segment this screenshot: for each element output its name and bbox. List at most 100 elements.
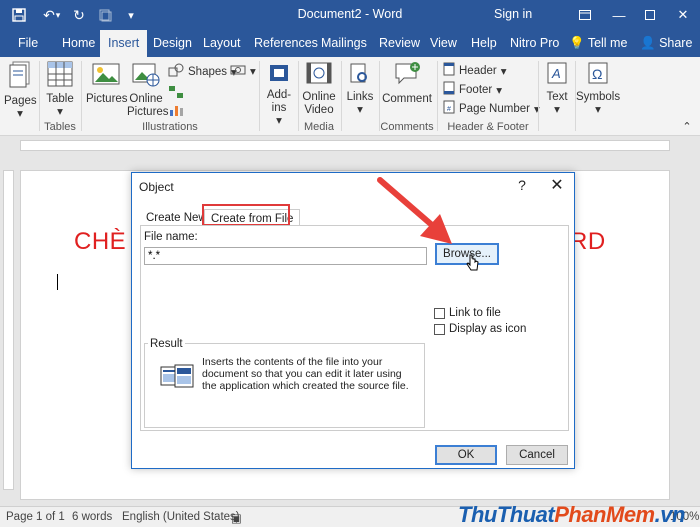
tab-view[interactable]: View: [430, 30, 457, 57]
dialog-title: Object: [139, 180, 174, 194]
links-button[interactable]: Links ▾: [344, 61, 376, 117]
vertical-scrollbar[interactable]: [683, 154, 700, 504]
maximize-icon[interactable]: [635, 0, 665, 30]
text-label: Text: [546, 91, 568, 103]
footer-icon: [443, 81, 455, 98]
tab-nitro-pro[interactable]: Nitro Pro: [510, 30, 559, 57]
share-button[interactable]: 👤 Share: [640, 30, 692, 57]
shapes-button[interactable]: Shapes ▾: [168, 63, 237, 80]
pages-icon: [4, 61, 36, 93]
page-number-icon: #: [443, 100, 455, 117]
file-name-label: File name:: [144, 231, 198, 243]
symbols-dropdown-icon: ▾: [595, 104, 601, 116]
display-as-icon-checkbox[interactable]: Display as icon: [434, 323, 526, 335]
insert-object-icon: [160, 363, 194, 392]
online-video-label: Online Video: [302, 91, 336, 116]
tab-layout[interactable]: Layout: [203, 30, 241, 57]
symbols-button[interactable]: Ω Symbols ▾: [576, 61, 620, 117]
tab-review[interactable]: Review: [379, 30, 420, 57]
help-icon[interactable]: ?: [514, 177, 530, 193]
group-separator: [259, 61, 260, 131]
screenshot-dropdown-icon: ▾: [250, 65, 256, 78]
ribbon-tab-bar: File Home Insert Design Layout Reference…: [0, 30, 700, 57]
text-box-icon: A: [541, 61, 573, 89]
footer-label: Footer: [459, 83, 493, 96]
lightbulb-icon: 💡: [569, 36, 585, 50]
page-number-label: Page Number: [459, 102, 530, 115]
svg-text:A: A: [551, 66, 561, 81]
smartart-icon: [168, 85, 184, 102]
text-button[interactable]: A Text ▾: [541, 61, 573, 117]
pages-dropdown-icon: ▾: [17, 108, 23, 120]
table-icon: [44, 61, 76, 91]
horizontal-ruler[interactable]: [0, 137, 700, 154]
minimize-icon[interactable]: —: [604, 0, 634, 30]
store-icon: [263, 61, 295, 87]
screenshot-button[interactable]: ▾: [230, 63, 256, 78]
tab-help[interactable]: Help: [471, 30, 497, 57]
links-label: Links: [346, 91, 374, 103]
header-dropdown-icon: ▾: [500, 65, 507, 78]
link-to-file-checkbox[interactable]: Link to file: [434, 307, 501, 319]
mouse-pointer-icon: [466, 254, 480, 275]
online-video-button[interactable]: Online Video: [300, 61, 338, 117]
result-description: Inserts the contents of the file into yo…: [202, 356, 409, 392]
table-label: Table: [46, 93, 74, 105]
result-label: Result: [148, 338, 185, 350]
word-count[interactable]: 6 words: [72, 511, 112, 523]
page-count[interactable]: Page 1 of 1: [6, 511, 65, 523]
tab-references[interactable]: References: [254, 30, 318, 57]
footer-button[interactable]: Footer ▾: [443, 81, 502, 98]
comment-label: Comment: [382, 93, 432, 105]
smartart-button[interactable]: [168, 85, 184, 102]
file-name-input[interactable]: [144, 247, 427, 265]
language-indicator[interactable]: English (United States): [122, 511, 240, 523]
tab-design[interactable]: Design: [153, 30, 192, 57]
ok-button[interactable]: OK: [435, 445, 497, 465]
ribbon-display-options-icon[interactable]: [570, 0, 600, 30]
collapse-ribbon-icon[interactable]: ⌃: [680, 121, 694, 134]
chart-icon: [168, 103, 184, 120]
vertical-ruler[interactable]: [3, 170, 14, 490]
tab-home[interactable]: Home: [62, 30, 95, 57]
group-label-comments: Comments: [380, 121, 434, 133]
close-window-icon[interactable]: ✕: [668, 0, 698, 30]
online-pictures-button[interactable]: Online Pictures: [127, 61, 169, 119]
group-separator: [538, 61, 539, 131]
pages-button[interactable]: Pages ▾: [4, 61, 37, 121]
table-button[interactable]: Table ▾: [44, 61, 76, 119]
link-icon: [344, 61, 376, 89]
tab-insert[interactable]: Insert: [100, 30, 148, 57]
chart-button[interactable]: [168, 103, 184, 120]
pictures-button[interactable]: Pictures: [86, 61, 128, 106]
tab-mailings[interactable]: Mailings: [321, 30, 367, 57]
text-cursor: [57, 274, 58, 290]
checkbox-box: [434, 323, 445, 335]
checkbox-box: [434, 307, 445, 319]
pages-label: Pages: [4, 95, 37, 107]
comment-icon: [381, 61, 433, 91]
page-number-button[interactable]: # Page Number ▾: [443, 100, 540, 117]
comment-button[interactable]: Comment: [381, 61, 433, 106]
group-separator: [298, 61, 299, 131]
links-dropdown-icon: ▾: [357, 104, 363, 116]
watermark-part1: ThuThuat: [458, 502, 555, 527]
text-dropdown-icon: ▾: [554, 104, 560, 116]
camera-icon: [230, 63, 246, 78]
sign-in-link[interactable]: Sign in: [494, 7, 532, 21]
header-icon: [443, 62, 455, 79]
tab-file[interactable]: File: [18, 30, 38, 57]
close-icon[interactable]: ✕: [547, 175, 567, 195]
svg-text:#: #: [447, 106, 451, 113]
table-dropdown-icon: ▾: [57, 106, 63, 118]
share-label: Share: [659, 36, 693, 50]
title-bar: ↶ ▾ ↻ ▾ Document2 - Word Sign in — ✕: [0, 0, 700, 30]
cancel-button[interactable]: Cancel: [506, 445, 568, 465]
object-dialog: Object ? ✕ Create New Create from File F…: [131, 172, 575, 469]
proofing-icon[interactable]: ▣: [231, 511, 242, 525]
header-button[interactable]: Header ▾: [443, 62, 507, 79]
online-pictures-label: Online Pictures: [127, 93, 169, 118]
addins-button[interactable]: Add-ins ▾: [263, 61, 295, 128]
tell-me-search[interactable]: 💡 Tell me: [569, 30, 627, 57]
header-label: Header: [459, 64, 497, 77]
